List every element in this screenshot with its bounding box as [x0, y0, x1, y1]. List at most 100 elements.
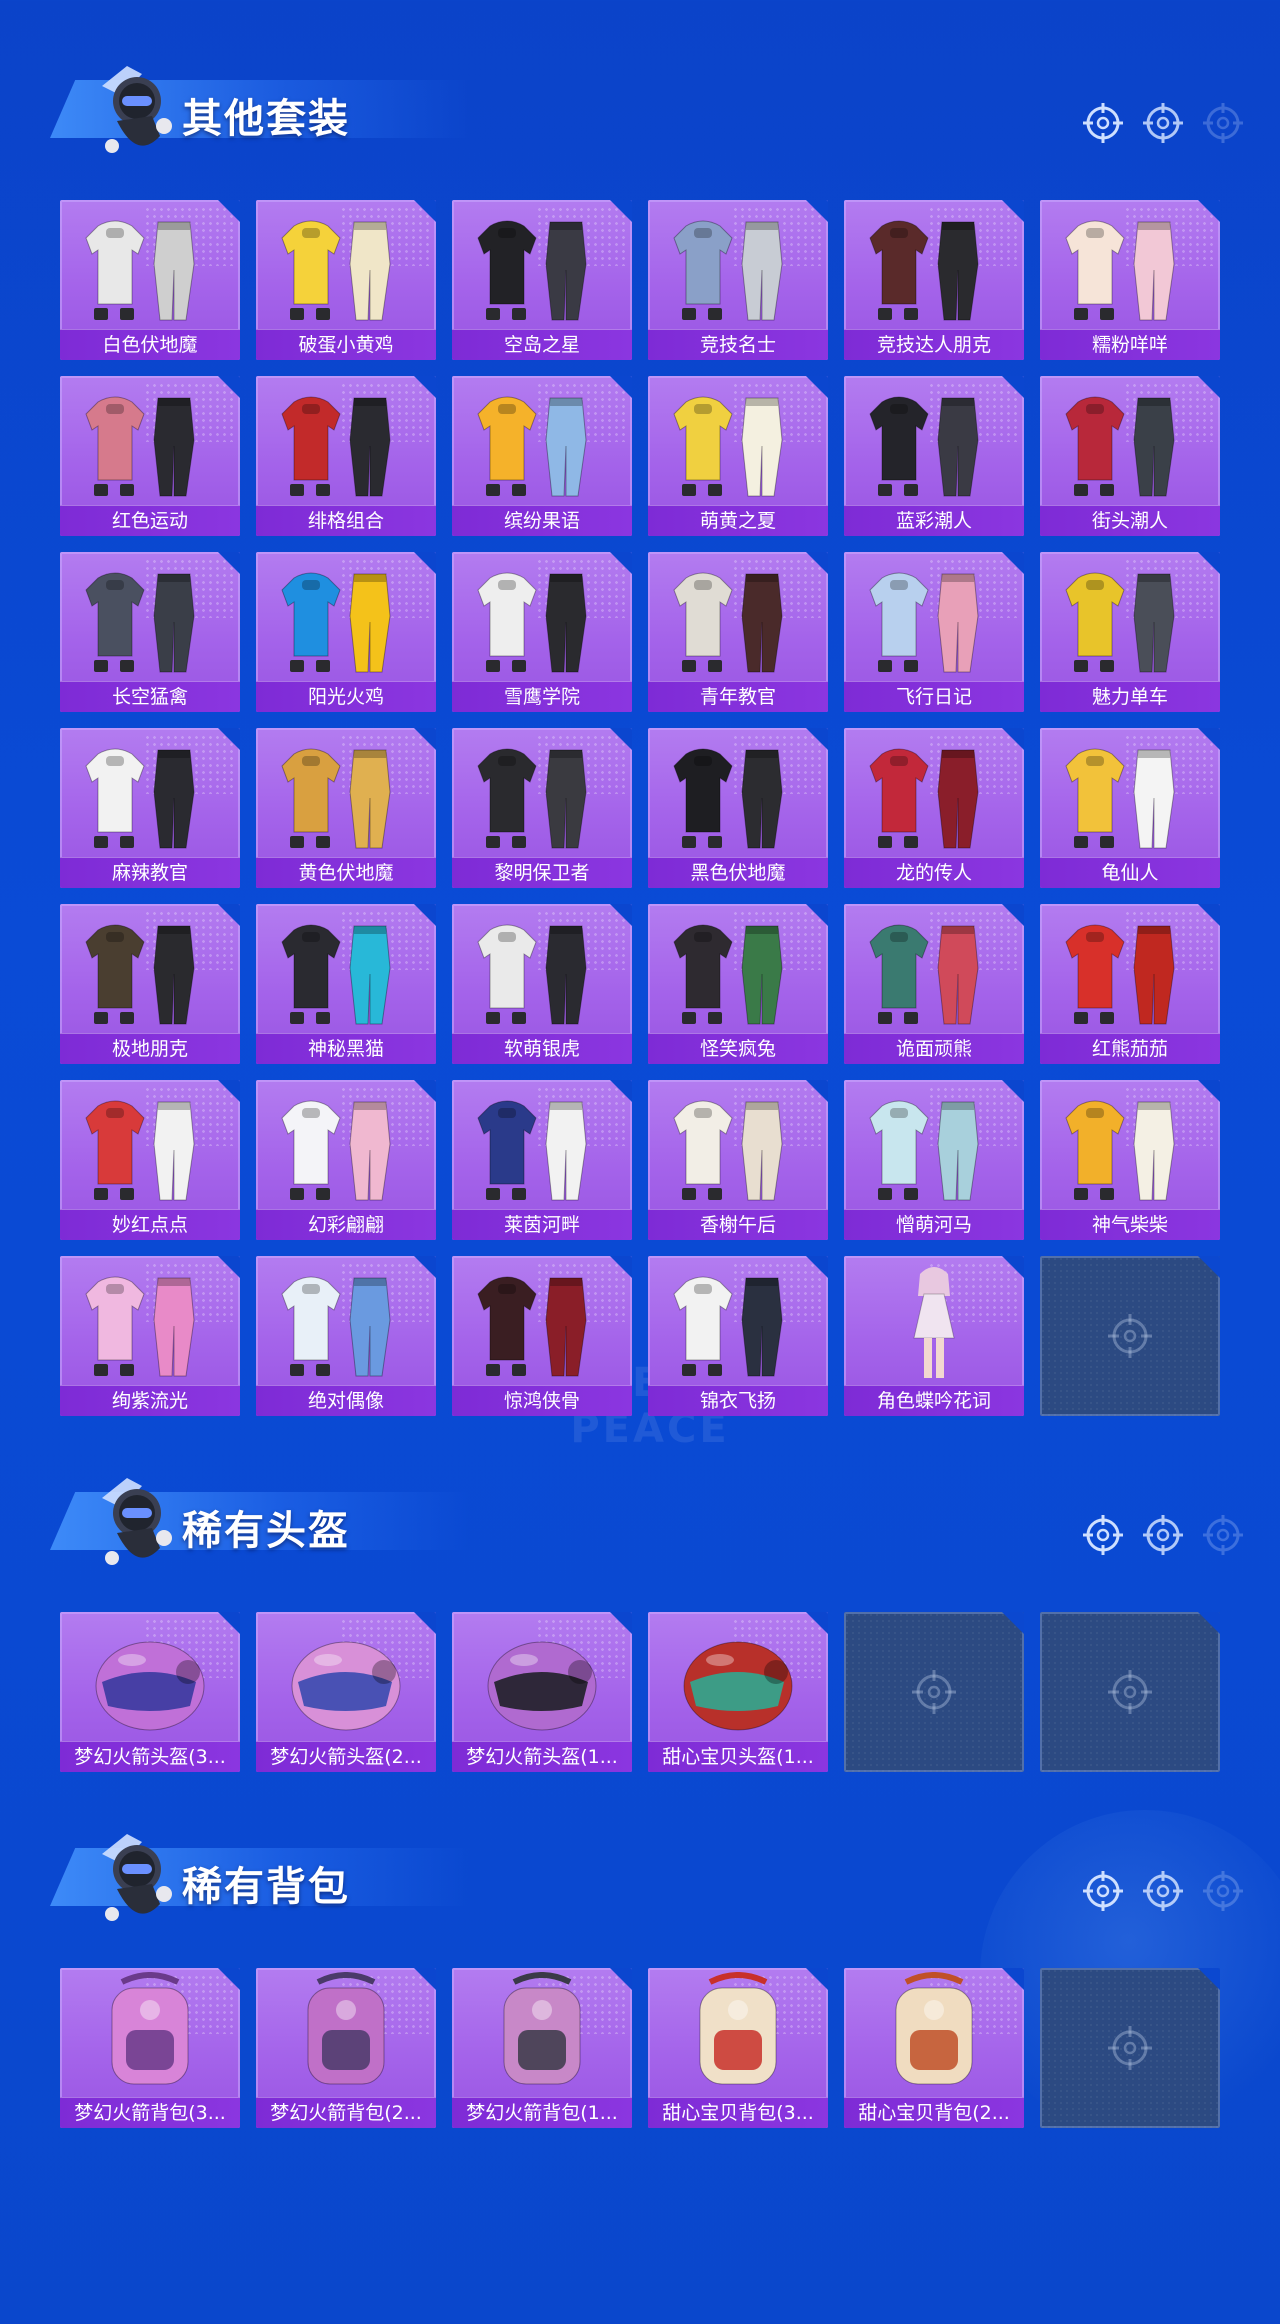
item-card[interactable]: 幻彩翩翩 [256, 1080, 436, 1240]
outfit-icon [648, 556, 828, 680]
mascot-icon [82, 1824, 182, 1934]
item-card[interactable]: 诡面顽熊 [844, 904, 1024, 1064]
outfit-icon [648, 1084, 828, 1208]
item-card[interactable]: 长空猛禽 [60, 552, 240, 712]
section-title: 其他套装 [182, 96, 350, 142]
item-card[interactable]: 飞行日记 [844, 552, 1024, 712]
item-card[interactable]: 龙的传人 [844, 728, 1024, 888]
item-card[interactable]: 软萌银虎 [452, 904, 632, 1064]
item-label: 黎明保卫者 [452, 857, 632, 888]
target-icon-group [1082, 1514, 1244, 1556]
item-label: 梦幻火箭背包(3... [60, 2097, 240, 2128]
item-card[interactable]: 青年教官 [648, 552, 828, 712]
outfit-icon [452, 204, 632, 328]
outfit-icon [256, 1084, 436, 1208]
outfit-icon [648, 1260, 828, 1384]
outfit-icon [60, 380, 240, 504]
item-card[interactable]: 绝对偶像 [256, 1256, 436, 1416]
outfit-icon [844, 380, 1024, 504]
item-card[interactable]: 绯格组合 [256, 376, 436, 536]
item-card[interactable]: 黎明保卫者 [452, 728, 632, 888]
item-card[interactable]: 梦幻火箭背包(1... [452, 1968, 632, 2128]
item-card[interactable]: 极地朋克 [60, 904, 240, 1064]
item-card[interactable]: 糯粉咩咩 [1040, 200, 1220, 360]
item-label: 幻彩翩翩 [256, 1209, 436, 1240]
item-card[interactable]: 妙红点点 [60, 1080, 240, 1240]
target-icon [1203, 103, 1243, 143]
item-card[interactable]: 魅力单车 [1040, 552, 1220, 712]
item-label: 红色运动 [60, 505, 240, 536]
target-icon [1143, 1871, 1183, 1911]
outfit-icon [60, 908, 240, 1032]
item-card[interactable]: 破蛋小黄鸡 [256, 200, 436, 360]
backpack-icon [844, 1972, 1024, 2096]
target-icon-group [1082, 102, 1244, 144]
item-card[interactable]: 麻辣教官 [60, 728, 240, 888]
item-card[interactable]: 怪笑疯兔 [648, 904, 828, 1064]
empty-slot [844, 1612, 1024, 1772]
item-card[interactable]: 锦衣飞扬 [648, 1256, 828, 1416]
item-card[interactable]: 梦幻火箭头盔(2... [256, 1612, 436, 1772]
item-label: 憎萌河马 [844, 1209, 1024, 1240]
item-card[interactable]: 街头潮人 [1040, 376, 1220, 536]
item-label: 黄色伏地魔 [256, 857, 436, 888]
item-card[interactable]: 香榭午后 [648, 1080, 828, 1240]
item-card[interactable]: 角色蝶吟花词 [844, 1256, 1024, 1416]
item-card[interactable]: 缤纷果语 [452, 376, 632, 536]
item-card[interactable]: 甜心宝贝背包(3... [648, 1968, 828, 2128]
item-card[interactable]: 梦幻火箭背包(2... [256, 1968, 436, 2128]
section-header: 稀有背包 [30, 1818, 470, 1938]
item-card[interactable]: 甜心宝贝头盔(1... [648, 1612, 828, 1772]
item-label: 阳光火鸡 [256, 681, 436, 712]
item-card[interactable]: 蓝彩潮人 [844, 376, 1024, 536]
item-card[interactable]: 黑色伏地魔 [648, 728, 828, 888]
item-label: 神气柴柴 [1040, 1209, 1220, 1240]
outfit-icon [60, 1084, 240, 1208]
item-card[interactable]: 绚紫流光 [60, 1256, 240, 1416]
item-card[interactable]: 甜心宝贝背包(2... [844, 1968, 1024, 2128]
item-card[interactable]: 龟仙人 [1040, 728, 1220, 888]
item-card[interactable]: 惊鸿侠骨 [452, 1256, 632, 1416]
item-label: 莱茵河畔 [452, 1209, 632, 1240]
item-label: 白色伏地魔 [60, 329, 240, 360]
item-label: 破蛋小黄鸡 [256, 329, 436, 360]
outfit-icon [452, 732, 632, 856]
item-label: 梦幻火箭背包(1... [452, 2097, 632, 2128]
item-card[interactable]: 黄色伏地魔 [256, 728, 436, 888]
item-card[interactable]: 红熊茄茄 [1040, 904, 1220, 1064]
outfit-icon [1040, 1084, 1220, 1208]
mascot-icon [82, 1468, 182, 1578]
backpack-icon [648, 1972, 828, 2096]
item-card[interactable]: 萌黄之夏 [648, 376, 828, 536]
item-label: 甜心宝贝背包(3... [648, 2097, 828, 2128]
item-card[interactable]: 梦幻火箭头盔(3... [60, 1612, 240, 1772]
empty-slot-icon [912, 1670, 956, 1714]
item-card[interactable]: 红色运动 [60, 376, 240, 536]
item-card[interactable]: 梦幻火箭背包(3... [60, 1968, 240, 2128]
character-icon [844, 1260, 1024, 1384]
item-card[interactable]: 竞技达人朋克 [844, 200, 1024, 360]
item-card[interactable]: 梦幻火箭头盔(1... [452, 1612, 632, 1772]
item-label: 竞技名士 [648, 329, 828, 360]
item-card[interactable]: 神气柴柴 [1040, 1080, 1220, 1240]
item-card[interactable]: 神秘黑猫 [256, 904, 436, 1064]
outfit-icon [60, 204, 240, 328]
item-card[interactable]: 阳光火鸡 [256, 552, 436, 712]
item-card[interactable]: 雪鹰学院 [452, 552, 632, 712]
item-card[interactable]: 憎萌河马 [844, 1080, 1024, 1240]
item-label: 空岛之星 [452, 329, 632, 360]
item-label: 魅力单车 [1040, 681, 1220, 712]
item-card[interactable]: 莱茵河畔 [452, 1080, 632, 1240]
outfit-icon [1040, 204, 1220, 328]
item-card[interactable]: 空岛之星 [452, 200, 632, 360]
item-label: 青年教官 [648, 681, 828, 712]
item-card[interactable]: 竞技名士 [648, 200, 828, 360]
backpack-icon [60, 1972, 240, 2096]
item-label: 黑色伏地魔 [648, 857, 828, 888]
item-label: 甜心宝贝背包(2... [844, 2097, 1024, 2128]
item-label: 麻辣教官 [60, 857, 240, 888]
outfit-icon [844, 204, 1024, 328]
item-label: 锦衣飞扬 [648, 1385, 828, 1416]
item-card[interactable]: 白色伏地魔 [60, 200, 240, 360]
item-label: 诡面顽熊 [844, 1033, 1024, 1064]
